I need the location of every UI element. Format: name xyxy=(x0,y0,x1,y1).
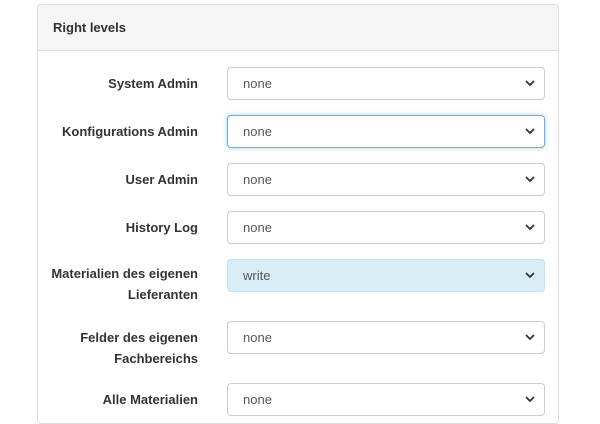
history-log-value: none xyxy=(243,220,272,235)
system-admin-label: System Admin xyxy=(108,76,198,91)
chevron-down-icon xyxy=(525,272,535,279)
user-admin-value: none xyxy=(243,172,272,187)
felder-fachbereichs-label: Felder des eigenen Fachbereichs xyxy=(80,330,198,366)
konfigurations-admin-label: Konfigurations Admin xyxy=(61,124,198,139)
materialien-lieferanten-select[interactable]: write xyxy=(227,259,545,292)
chevron-down-icon xyxy=(525,176,535,183)
konfigurations-admin-value: none xyxy=(243,124,272,139)
right-levels-panel: Right levels System Admin none Konfigura… xyxy=(37,4,559,424)
chevron-down-icon xyxy=(525,334,535,341)
konfigurations-admin-select[interactable]: none xyxy=(227,115,545,148)
panel-title: Right levels xyxy=(38,5,558,51)
chevron-down-icon xyxy=(525,128,535,135)
chevron-down-icon xyxy=(525,396,535,403)
chevron-down-icon xyxy=(525,224,535,231)
user-admin-label: User Admin xyxy=(125,172,198,187)
chevron-down-icon xyxy=(525,80,535,87)
user-admin-select[interactable]: none xyxy=(227,163,545,196)
history-log-select[interactable]: none xyxy=(227,211,545,244)
materialien-lieferanten-label: Materialien des eigenen Lieferanten xyxy=(51,266,198,302)
system-admin-select[interactable]: none xyxy=(227,67,545,100)
history-log-label: History Log xyxy=(125,220,198,235)
system-admin-value: none xyxy=(243,76,272,91)
felder-fachbereichs-select[interactable]: none xyxy=(227,321,545,354)
felder-fachbereichs-value: none xyxy=(243,330,272,345)
materialien-lieferanten-value: write xyxy=(243,268,271,283)
